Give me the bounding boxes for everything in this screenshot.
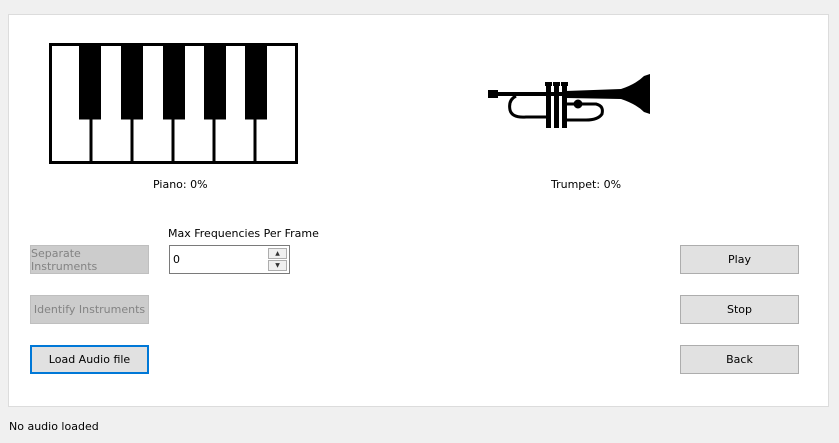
max-frequencies-value[interactable]: 0 [173, 253, 180, 266]
separate-instruments-button[interactable]: Separate Instruments [30, 245, 149, 274]
spin-up-icon[interactable]: ▲ [268, 248, 287, 259]
back-button[interactable]: Back [680, 345, 799, 374]
max-frequencies-spinbox[interactable]: 0 ▲ ▼ [169, 245, 290, 274]
play-button[interactable]: Play [680, 245, 799, 274]
piano-percentage-label: Piano: 0% [153, 178, 208, 191]
spin-down-icon[interactable]: ▼ [268, 260, 287, 271]
load-audio-file-button[interactable]: Load Audio file [30, 345, 149, 374]
stop-button[interactable]: Stop [680, 295, 799, 324]
trumpet-percentage-label: Trumpet: 0% [551, 178, 622, 191]
max-frequencies-label: Max Frequencies Per Frame [168, 227, 319, 240]
piano-keyboard-icon [49, 43, 298, 164]
status-text: No audio loaded [9, 420, 99, 433]
identify-instruments-button[interactable]: Identify Instruments [30, 295, 149, 324]
trumpet-icon [488, 74, 650, 128]
